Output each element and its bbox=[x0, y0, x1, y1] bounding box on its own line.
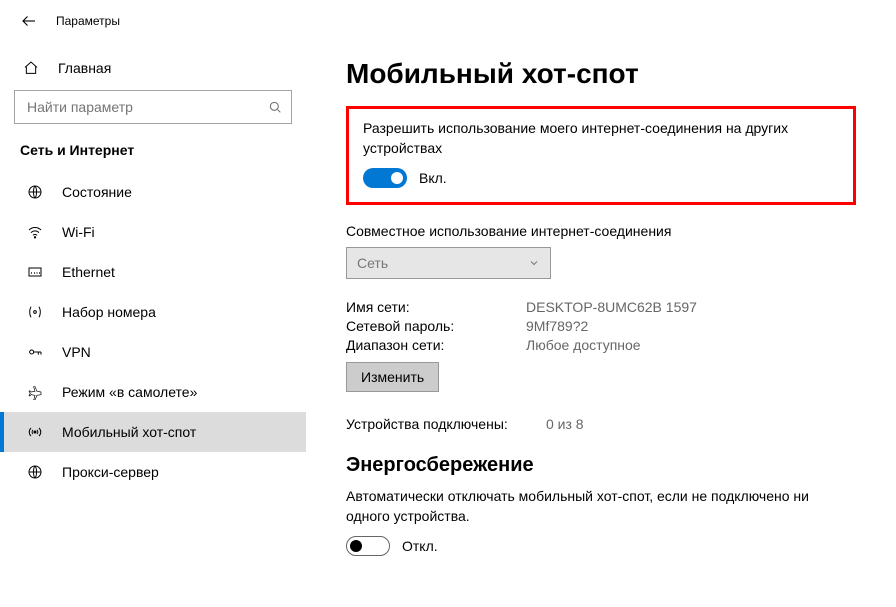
sidebar-item-proxy[interactable]: Прокси-сервер bbox=[0, 452, 306, 492]
category-label: Сеть и Интернет bbox=[0, 142, 306, 172]
devices-label: Устройства подключены: bbox=[346, 416, 546, 432]
airplane-icon bbox=[24, 384, 46, 400]
network-pass-label: Сетевой пароль: bbox=[346, 318, 526, 334]
sidebar-item-status[interactable]: Состояние bbox=[0, 172, 306, 212]
network-name-value: DESKTOP-8UMC62B 1597 bbox=[526, 299, 697, 315]
power-description: Автоматически отключать мобильный хот-сп… bbox=[346, 487, 856, 526]
sharing-dropdown[interactable]: Сеть bbox=[346, 247, 551, 279]
main-content: Мобильный хот-спот Разрешить использован… bbox=[306, 36, 896, 607]
sidebar-item-airplane[interactable]: Режим «в самолете» bbox=[0, 372, 306, 412]
status-icon bbox=[24, 184, 46, 200]
sidebar-item-dialup[interactable]: Набор номера bbox=[0, 292, 306, 332]
sidebar-item-label: Режим «в самолете» bbox=[62, 384, 197, 400]
home-icon bbox=[20, 60, 42, 76]
sidebar-item-label: Мобильный хот-спот bbox=[62, 424, 196, 440]
network-band-value: Любое доступное bbox=[526, 337, 641, 353]
power-toggle[interactable] bbox=[346, 536, 390, 556]
ethernet-icon bbox=[24, 264, 46, 280]
proxy-icon bbox=[24, 464, 46, 480]
wifi-icon bbox=[24, 224, 46, 240]
sidebar-item-ethernet[interactable]: Ethernet bbox=[0, 252, 306, 292]
edit-button[interactable]: Изменить bbox=[346, 362, 439, 392]
network-name-label: Имя сети: bbox=[346, 299, 526, 315]
sharing-label: Совместное использование интернет-соедин… bbox=[346, 223, 856, 239]
network-band-label: Диапазон сети: bbox=[346, 337, 526, 353]
nav-list: Состояние Wi-Fi Ethernet Набор номера bbox=[0, 172, 306, 492]
share-toggle-state: Вкл. bbox=[419, 170, 447, 186]
power-title: Энергосбережение bbox=[346, 454, 856, 477]
share-description: Разрешить использование моего интернет-с… bbox=[363, 119, 839, 158]
page-title: Мобильный хот-спот bbox=[346, 58, 856, 90]
sidebar-item-label: Ethernet bbox=[62, 264, 115, 280]
dropdown-value: Сеть bbox=[357, 255, 388, 271]
home-label: Главная bbox=[58, 60, 111, 76]
chevron-down-icon bbox=[528, 257, 540, 269]
search-box[interactable] bbox=[14, 90, 292, 124]
home-link[interactable]: Главная bbox=[0, 54, 306, 90]
devices-value: 0 из 8 bbox=[546, 416, 584, 432]
window-title: Параметры bbox=[56, 14, 120, 28]
sidebar-item-label: Wi-Fi bbox=[62, 224, 95, 240]
power-toggle-state: Откл. bbox=[402, 538, 438, 554]
sidebar: Главная Сеть и Интернет Состояние Wi-Fi bbox=[0, 36, 306, 607]
share-toggle[interactable] bbox=[363, 168, 407, 188]
sidebar-item-wifi[interactable]: Wi-Fi bbox=[0, 212, 306, 252]
search-input[interactable] bbox=[25, 98, 267, 116]
back-button[interactable] bbox=[20, 12, 38, 30]
sidebar-item-label: VPN bbox=[62, 344, 91, 360]
sidebar-item-vpn[interactable]: VPN bbox=[0, 332, 306, 372]
search-icon bbox=[267, 99, 283, 115]
vpn-icon bbox=[24, 344, 46, 360]
sidebar-item-hotspot[interactable]: Мобильный хот-спот bbox=[0, 412, 306, 452]
sidebar-item-label: Набор номера bbox=[62, 304, 156, 320]
dialup-icon bbox=[24, 304, 46, 320]
sidebar-item-label: Прокси-сервер bbox=[62, 464, 159, 480]
network-pass-value: 9Mf789?2 bbox=[526, 318, 588, 334]
highlight-box: Разрешить использование моего интернет-с… bbox=[346, 106, 856, 205]
hotspot-icon bbox=[24, 424, 46, 440]
sidebar-item-label: Состояние bbox=[62, 184, 132, 200]
